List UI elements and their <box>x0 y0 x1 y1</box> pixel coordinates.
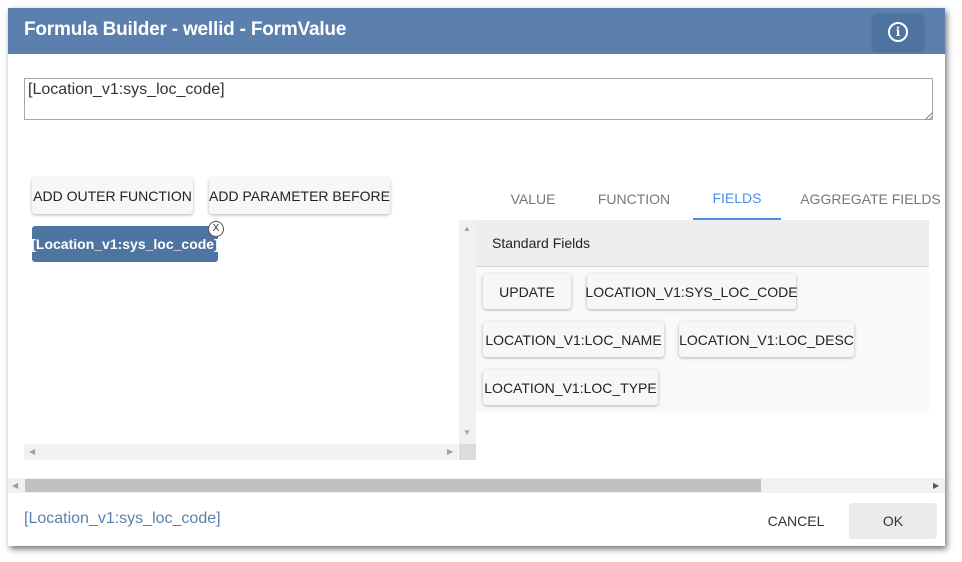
field-button-sys-loc-code[interactable]: LOCATION_V1:SYS_LOC_CODE <box>585 274 798 309</box>
tab-fields[interactable]: FIELDS <box>693 178 781 220</box>
fields-list: UPDATE LOCATION_V1:SYS_LOC_CODE LOCATION… <box>476 267 929 412</box>
scrollbar-corner <box>459 444 476 460</box>
formula-input[interactable]: [Location_v1:sys_loc_code] <box>24 78 933 120</box>
info-button[interactable]: i <box>873 14 923 50</box>
info-circle-icon: i <box>888 22 908 42</box>
main-scroll-left-arrow-icon[interactable]: ◀ <box>12 481 18 490</box>
left-horizontal-scrollbar[interactable]: ◀ ▶ <box>24 444 458 460</box>
scroll-right-arrow-icon[interactable]: ▶ <box>447 447 453 456</box>
cancel-button[interactable]: CANCEL <box>756 503 836 539</box>
add-parameter-before-button[interactable]: ADD PARAMETER BEFORE <box>209 178 390 214</box>
main-scroll-right-arrow-icon[interactable]: ▶ <box>933 481 939 490</box>
resize-grip-icon[interactable] <box>925 112 933 120</box>
tab-value[interactable]: VALUE <box>498 178 568 220</box>
dialog-title: Formula Builder - wellid - FormValue <box>24 19 347 40</box>
field-button-loc-desc[interactable]: LOCATION_V1:LOC_DESC <box>679 322 854 357</box>
scroll-up-arrow-icon[interactable]: ▲ <box>463 224 471 233</box>
main-scrollbar-thumb[interactable] <box>25 479 761 492</box>
scroll-left-arrow-icon[interactable]: ◀ <box>29 447 35 456</box>
scroll-down-arrow-icon[interactable]: ▼ <box>463 428 471 437</box>
tab-aggregate-fields[interactable]: AGGREGATE FIELDS <box>798 178 943 220</box>
field-button-loc-name[interactable]: LOCATION_V1:LOC_NAME <box>483 322 664 357</box>
tab-function[interactable]: FUNCTION <box>588 178 680 220</box>
formula-preview: [Location_v1:sys_loc_code] <box>24 510 221 527</box>
fields-panel: ▲ ▼ Standard Fields UPDATE LOCATION_V1:S… <box>459 220 929 460</box>
field-button-update[interactable]: UPDATE <box>483 274 571 309</box>
add-outer-function-button[interactable]: ADD OUTER FUNCTION <box>32 178 193 214</box>
dialog-titlebar: Formula Builder - wellid - FormValue i <box>8 8 945 54</box>
field-button-loc-type[interactable]: LOCATION_V1:LOC_TYPE <box>483 370 658 405</box>
fields-section-title: Standard Fields <box>492 235 591 251</box>
formula-node-chip[interactable]: [Location_v1:sys_loc_code] <box>31 226 219 262</box>
chip-close-icon[interactable]: X <box>208 221 224 237</box>
fields-section-header: Standard Fields <box>476 220 929 267</box>
ok-button[interactable]: OK <box>849 503 937 539</box>
main-horizontal-scrollbar[interactable]: ◀ ▶ <box>8 478 945 493</box>
formula-builder-dialog: Formula Builder - wellid - FormValue i [… <box>8 8 945 546</box>
fields-vertical-scrollbar[interactable]: ▲ ▼ <box>459 220 476 460</box>
